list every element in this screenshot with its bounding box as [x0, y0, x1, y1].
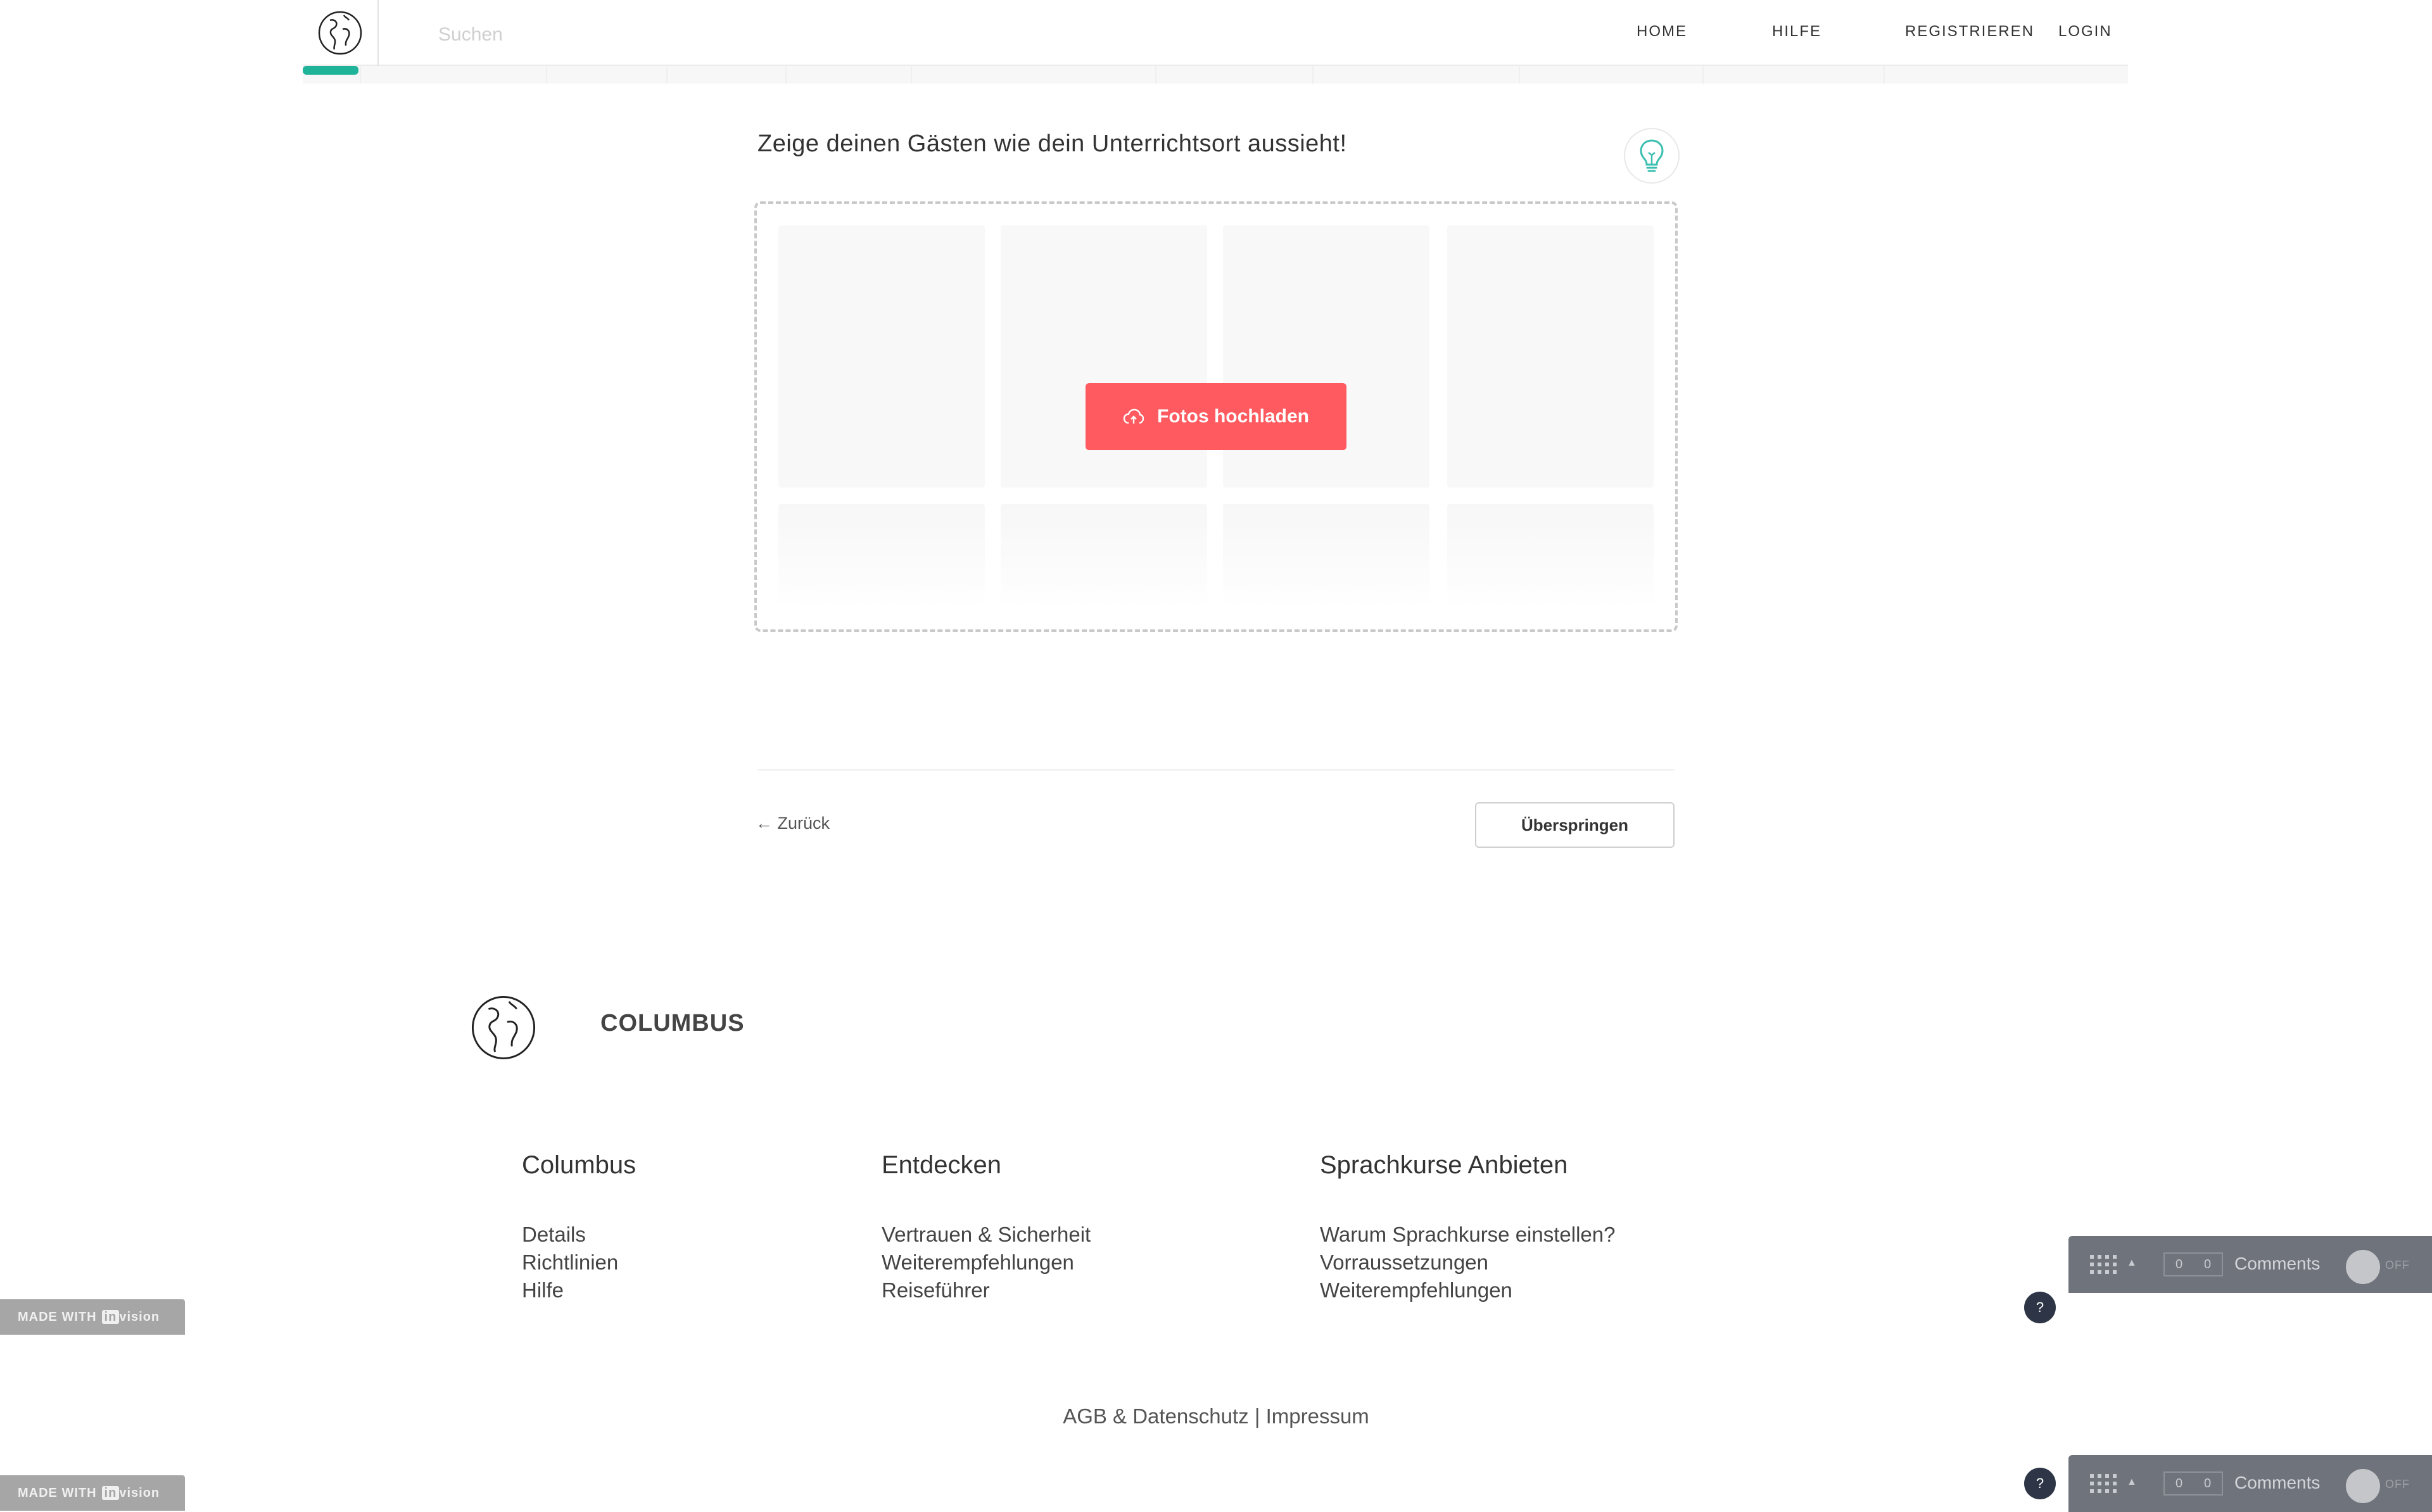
counter-right: 0 [2203, 1257, 2212, 1271]
photo-placeholder [1447, 504, 1654, 608]
footer-column-title: Entdecken [882, 1151, 1002, 1179]
globe-logo-icon[interactable] [303, 0, 379, 66]
footer-column-links: Vertrauen & Sicherheit Weiterempfehlunge… [882, 1221, 1091, 1304]
footer-globe-logo-icon [470, 994, 537, 1061]
lightbulb-tip-button[interactable] [1624, 128, 1680, 184]
footer-column-title: Sprachkurse Anbieten [1320, 1151, 1568, 1179]
search-input[interactable] [438, 19, 945, 51]
cloud-upload-icon [1123, 408, 1144, 424]
divider [757, 769, 1675, 771]
comments-toggle[interactable] [2346, 1250, 2380, 1284]
invision-in-mark: in [101, 1485, 120, 1500]
made-with-invision-badge[interactable]: MADE WITH in vision [0, 1299, 185, 1335]
counter-right: 0 [2203, 1476, 2212, 1490]
comment-toolbar: ▲ 0 0 Comments OFF [2068, 1455, 2432, 1512]
legal-separator: | [1254, 1404, 1260, 1428]
caret-up-icon: ▲ [2127, 1477, 2137, 1487]
made-with-label: MADE WITH [18, 1309, 97, 1324]
footer-column-title: Columbus [522, 1151, 636, 1179]
footer-column-links: Warum Sprachkurse einstellen? Vorrausset… [1320, 1221, 1615, 1304]
progress-strip [303, 66, 2128, 84]
grid-menu-icon[interactable] [2090, 1474, 2117, 1494]
nav-home[interactable]: HOME [1637, 23, 1687, 41]
counter-left: 0 [2175, 1476, 2183, 1490]
invision-word: vision [119, 1309, 160, 1324]
nav-login[interactable]: LOGIN [2058, 23, 2112, 41]
invision-in-mark: in [101, 1309, 120, 1324]
photo-placeholder [1223, 504, 1429, 608]
invision-logo: in vision [101, 1485, 160, 1501]
agb-link[interactable]: AGB & Datenschutz [1063, 1404, 1248, 1428]
footer-link[interactable]: Richtlinien [522, 1249, 618, 1276]
footer-link[interactable]: Weiterempfehlungen [1320, 1276, 1615, 1304]
legal-links: AGB & Datenschutz | Impressum [0, 1404, 2432, 1428]
back-link[interactable]: ← Zurück [756, 814, 830, 833]
upload-photos-button[interactable]: Fotos hochladen [1086, 383, 1346, 450]
invision-logo: in vision [101, 1309, 160, 1325]
active-step-indicator [303, 66, 358, 75]
comment-toolbar: ▲ 0 0 Comments OFF [2068, 1236, 2432, 1293]
footer-column-links: Details Richtlinien Hilfe [522, 1221, 618, 1304]
lightbulb-icon [1640, 139, 1664, 172]
photo-placeholder [1447, 225, 1654, 488]
page-title: Zeige deinen Gästen wie dein Unterrichts… [757, 130, 1347, 157]
nav-register[interactable]: REGISTRIEREN [1905, 23, 2034, 41]
grid-menu-icon[interactable] [2090, 1255, 2117, 1275]
photo-placeholder [778, 225, 985, 488]
footer-link[interactable]: Weiterempfehlungen [882, 1249, 1091, 1276]
comment-counter: 0 0 [2163, 1252, 2223, 1276]
help-button[interactable]: ? [2024, 1292, 2056, 1323]
comments-label[interactable]: Comments [2234, 1473, 2320, 1493]
skip-button[interactable]: Überspringen [1475, 802, 1675, 848]
footer-link[interactable]: Warum Sprachkurse einstellen? [1320, 1221, 1615, 1249]
comments-label[interactable]: Comments [2234, 1254, 2320, 1274]
photo-placeholder [1001, 504, 1207, 608]
footer-link[interactable]: Reiseführer [882, 1276, 1091, 1304]
footer-link[interactable]: Details [522, 1221, 618, 1249]
footer-brand-name: COLUMBUS [600, 1010, 745, 1036]
footer-link[interactable]: Hilfe [522, 1276, 618, 1304]
photo-placeholder [778, 504, 985, 608]
comments-toggle[interactable] [2346, 1469, 2380, 1503]
made-with-invision-badge[interactable]: MADE WITH in vision [0, 1475, 185, 1511]
nav-help[interactable]: HILFE [1772, 23, 1821, 41]
footer-link[interactable]: Vorraussetzungen [1320, 1249, 1615, 1276]
toggle-state-label: OFF [2385, 1478, 2410, 1490]
comment-counter: 0 0 [2163, 1471, 2223, 1496]
upload-button-label: Fotos hochladen [1157, 406, 1309, 427]
help-button[interactable]: ? [2024, 1468, 2056, 1499]
invision-word: vision [119, 1485, 160, 1500]
footer-link[interactable]: Vertrauen & Sicherheit [882, 1221, 1091, 1249]
top-navbar: HOME HILFE REGISTRIEREN LOGIN [303, 0, 2128, 66]
impressum-link[interactable]: Impressum [1266, 1404, 1369, 1428]
caret-up-icon: ▲ [2127, 1257, 2137, 1268]
counter-left: 0 [2175, 1257, 2183, 1271]
made-with-label: MADE WITH [18, 1485, 97, 1500]
toggle-state-label: OFF [2385, 1259, 2410, 1271]
